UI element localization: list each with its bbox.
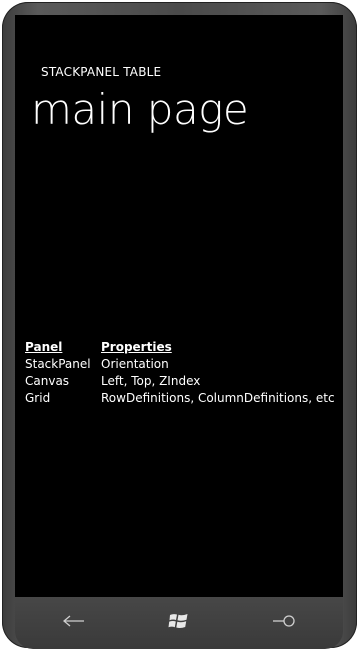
back-arrow-icon — [63, 615, 84, 627]
table-cell-panel: Grid — [25, 391, 51, 405]
table-row: Canvas Left, Top, ZIndex — [25, 373, 335, 390]
table-row: StackPanel Orientation — [25, 356, 335, 373]
table-row: Grid RowDefinitions, ColumnDefinitions, … — [25, 390, 335, 407]
page-title: main page — [31, 85, 249, 134]
back-button[interactable] — [59, 609, 89, 633]
table-header-row: Panel Properties — [25, 339, 335, 356]
header-panel: Panel — [25, 340, 63, 354]
panel-properties-table: Panel Properties StackPanel Orientation … — [25, 339, 335, 407]
search-button[interactable] — [269, 609, 299, 633]
hardware-nav-bar — [15, 597, 343, 649]
table-cell-panel: StackPanel — [25, 357, 91, 371]
table-cell-panel: Canvas — [25, 374, 70, 388]
table-cell-properties: Orientation — [101, 357, 169, 371]
app-title: STACKPANEL TABLE — [41, 65, 162, 79]
phone-screen: STACKPANEL TABLE main page Panel Propert… — [15, 15, 343, 597]
table-cell-properties: RowDefinitions, ColumnDefinitions, etc — [101, 391, 335, 405]
windows-logo-icon — [168, 614, 188, 629]
search-icon — [273, 615, 295, 627]
table-cell-properties: Left, Top, ZIndex — [101, 374, 201, 388]
header-properties: Properties — [101, 340, 172, 354]
start-button[interactable] — [164, 609, 194, 633]
